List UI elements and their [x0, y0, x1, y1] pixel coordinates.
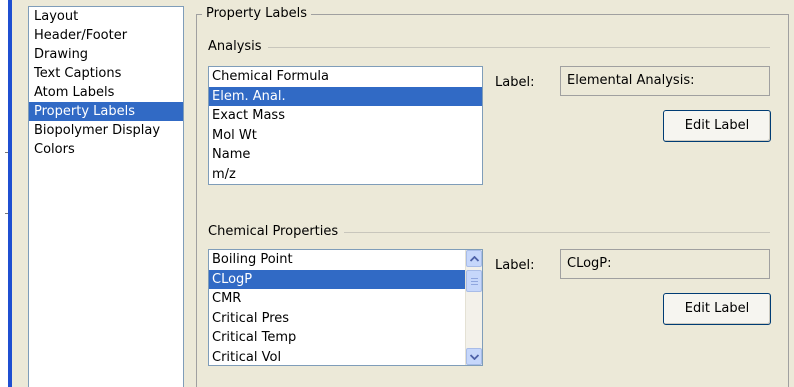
- category-item-layout[interactable]: Layout: [29, 7, 183, 26]
- grip-line: [471, 278, 478, 279]
- chem-prop-item[interactable]: Critical Pres: [209, 309, 465, 329]
- grip-line: [471, 284, 478, 285]
- category-item-drawing[interactable]: Drawing: [29, 45, 183, 64]
- scroll-thumb[interactable]: [466, 270, 482, 292]
- analysis-label-caption: Label:: [495, 75, 535, 90]
- group-title: Property Labels: [202, 4, 311, 24]
- analysis-edit-label-button[interactable]: Edit Label: [663, 110, 771, 142]
- chem-prop-item[interactable]: CMR: [209, 289, 465, 309]
- analysis-item[interactable]: m/z: [209, 165, 482, 185]
- category-item-colors[interactable]: Colors: [29, 140, 183, 159]
- window-edge-accent: [8, 0, 12, 387]
- chemical-properties-label-caption: Label:: [495, 258, 535, 273]
- chem-prop-item-selected[interactable]: CLogP: [209, 269, 465, 289]
- category-item-atom-labels[interactable]: Atom Labels: [29, 83, 183, 102]
- grip-line: [471, 281, 478, 282]
- chem-prop-item[interactable]: Boiling Point: [209, 250, 465, 270]
- scroll-up-button[interactable]: [466, 250, 482, 267]
- category-list[interactable]: Layout Header/Footer Drawing Text Captio…: [28, 6, 184, 387]
- analysis-item[interactable]: Name: [209, 145, 482, 165]
- chevron-up-icon: [469, 255, 479, 262]
- analysis-item[interactable]: Exact Mass: [209, 106, 482, 126]
- analysis-item[interactable]: Chemical Formula: [209, 67, 482, 87]
- chemical-properties-listbox[interactable]: Boiling Point CLogP CMR Critical Pres Cr…: [208, 249, 483, 366]
- category-item-header-footer[interactable]: Header/Footer: [29, 26, 183, 45]
- scroll-down-button[interactable]: [466, 348, 482, 365]
- analysis-item-selected[interactable]: Elem. Anal.: [209, 86, 482, 106]
- chemical-properties-label-field[interactable]: CLogP:: [560, 249, 770, 279]
- chem-prop-scrollbar[interactable]: [465, 250, 482, 365]
- analysis-listbox[interactable]: Chemical Formula Elem. Anal. Exact Mass …: [208, 66, 483, 185]
- chem-prop-item[interactable]: Critical Temp: [209, 328, 465, 348]
- analysis-separator: [210, 47, 770, 48]
- chevron-down-icon: [469, 353, 479, 360]
- category-item-biopolymer-display[interactable]: Biopolymer Display: [29, 121, 183, 140]
- category-item-text-captions[interactable]: Text Captions: [29, 64, 183, 83]
- analysis-item[interactable]: Mol Wt: [209, 126, 482, 146]
- chemical-properties-edit-label-button[interactable]: Edit Label: [663, 293, 771, 325]
- analysis-label-field[interactable]: Elemental Analysis:: [560, 66, 770, 96]
- category-item-property-labels[interactable]: Property Labels: [29, 102, 183, 121]
- left-margin: [0, 0, 8, 387]
- chemical-properties-section-label: Chemical Properties: [208, 223, 345, 241]
- analysis-section-label: Analysis: [208, 38, 268, 56]
- chem-prop-item[interactable]: Critical Vol: [209, 348, 465, 366]
